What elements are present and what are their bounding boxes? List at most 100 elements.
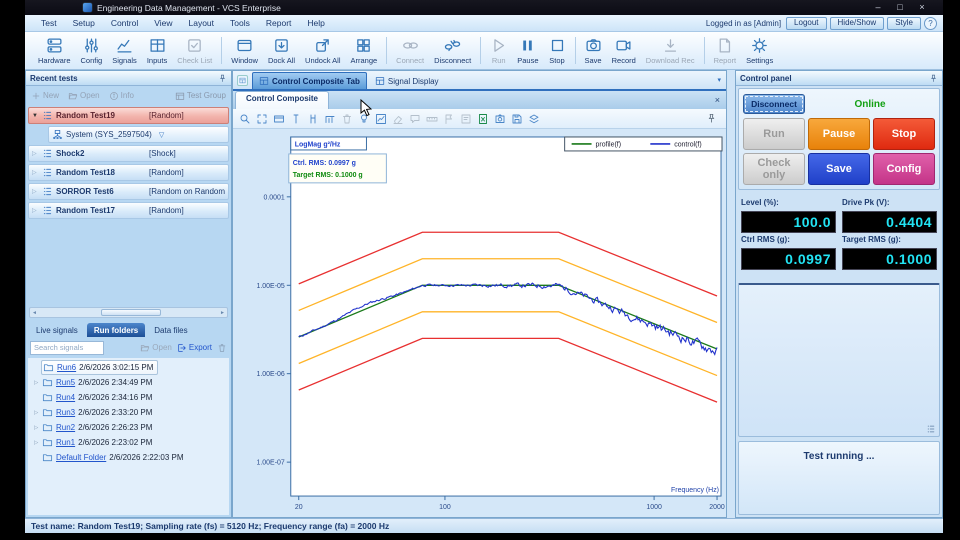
test-group-button[interactable]: Test Group: [175, 91, 226, 101]
system-item[interactable]: System (SYS_2597504) ▽: [48, 126, 229, 143]
flag-tool-icon: [443, 113, 455, 125]
toolbar-save[interactable]: Save: [580, 32, 607, 69]
menu-view[interactable]: View: [146, 18, 180, 28]
scrollbar-thumb[interactable]: [101, 309, 161, 316]
grid-icon: [375, 76, 385, 86]
expanded-arrow-icon[interactable]: ▼: [32, 113, 39, 119]
stop-button[interactable]: Stop: [873, 118, 935, 150]
menu-bar: TestSetupControlViewLayoutToolsReportHel…: [25, 15, 943, 32]
pause-button[interactable]: Pause: [808, 118, 870, 150]
test-item-random-test19[interactable]: ▼ Random Test19 [Random]: [28, 107, 229, 124]
logout-button[interactable]: Logout: [786, 17, 826, 30]
delete-run-icon[interactable]: [217, 343, 227, 353]
collapsed-arrow-icon[interactable]: ▷: [32, 169, 39, 176]
run-folder-run2[interactable]: ▷ Run2 2/6/2026 2:26:23 PM: [28, 420, 229, 435]
dual-cursor-tool-icon[interactable]: [307, 113, 319, 125]
display-settings-tool-icon[interactable]: [273, 113, 285, 125]
toolbar-undock-all[interactable]: Undock All: [300, 32, 345, 69]
copy-image-tool-icon[interactable]: [494, 113, 506, 125]
minimize-button[interactable]: –: [867, 0, 889, 15]
run-folder-run1[interactable]: ▷ Run1 2/6/2026 2:23:02 PM: [28, 435, 229, 450]
close-icon[interactable]: ×: [715, 95, 720, 105]
harmonic-cursor-tool-icon[interactable]: [324, 113, 336, 125]
run-folder-toolbar: Open Export: [26, 339, 231, 356]
test-group-icon: [175, 91, 185, 101]
menu-layout[interactable]: Layout: [181, 18, 223, 28]
toolbar-dock-all[interactable]: Dock All: [263, 32, 300, 69]
y-tick-label: 1.00E-07: [257, 460, 285, 467]
collapsed-arrow-icon[interactable]: ▷: [32, 150, 39, 157]
toolbar-signals[interactable]: Signals: [107, 32, 142, 69]
run-folder-run5[interactable]: ▷ Run5 2/6/2026 2:34:49 PM: [28, 375, 229, 390]
hide-show-button[interactable]: Hide/Show: [830, 17, 885, 30]
export-button[interactable]: Export: [177, 343, 212, 353]
menu-control[interactable]: Control: [103, 18, 146, 28]
style-button[interactable]: Style: [887, 17, 921, 30]
run-folder-run6[interactable]: Run6 2/6/2026 3:02:15 PM: [28, 360, 229, 375]
info-icon: [109, 91, 119, 101]
config-button[interactable]: Config: [873, 153, 935, 185]
toolbar-hardware[interactable]: Hardware: [33, 32, 76, 69]
help-icon[interactable]: ?: [924, 17, 937, 30]
collapsed-arrow-icon[interactable]: ▷: [32, 207, 39, 214]
pin-icon[interactable]: [706, 113, 717, 124]
toolbar-arrange[interactable]: Arrange: [345, 32, 382, 69]
pin-icon[interactable]: [929, 74, 938, 83]
recent-tests-panel: Recent tests New Open Info Test Group ▼ …: [25, 70, 232, 518]
toolbar-config[interactable]: Config: [76, 32, 108, 69]
tab-data-files[interactable]: Data files: [147, 323, 194, 337]
tab-live-signals[interactable]: Live signals: [29, 323, 85, 337]
scroll-left-icon[interactable]: ◄: [30, 310, 39, 316]
readout-value-target-rms-g: 0.1000: [842, 248, 937, 270]
menu-help[interactable]: Help: [299, 18, 332, 28]
test-item-random-test18[interactable]: ▷ Random Test18 [Random]: [28, 164, 229, 181]
test-item-shock2[interactable]: ▷ Shock2 [Shock]: [28, 145, 229, 162]
search-input[interactable]: [30, 341, 104, 355]
stats-overlay-tool-icon[interactable]: [375, 113, 387, 125]
toolbar-stop[interactable]: Stop: [544, 32, 571, 69]
tab-run-folders[interactable]: Run folders: [87, 323, 145, 337]
toolbar-window[interactable]: Window: [226, 32, 263, 69]
test-item-random-test17[interactable]: ▷ Random Test17 [Random]: [28, 202, 229, 219]
pin-icon[interactable]: [218, 74, 227, 83]
toolbar-inputs[interactable]: Inputs: [142, 32, 172, 69]
test-item-sorror-test6[interactable]: ▷ SORROR Test6 [Random on Random and Sin: [28, 183, 229, 200]
list-icon[interactable]: [926, 424, 936, 434]
panel-splitter[interactable]: [727, 70, 735, 518]
chevron-down-icon[interactable]: ▾: [717, 76, 721, 84]
menu-report[interactable]: Report: [258, 18, 300, 28]
toolbar-record[interactable]: Record: [607, 32, 641, 69]
cursor-tool-icon[interactable]: [290, 113, 302, 125]
control-composite-doc-tab[interactable]: Control Composite: [235, 91, 329, 109]
tab-control-composite[interactable]: Control Composite Tab: [252, 72, 367, 89]
collapsed-arrow-icon[interactable]: ▷: [32, 188, 39, 195]
run-folder-run3[interactable]: ▷ Run3 2/6/2026 2:33:20 PM: [28, 405, 229, 420]
menu-test[interactable]: Test: [33, 18, 65, 28]
horizontal-scrollbar[interactable]: ◄ ►: [29, 307, 228, 318]
run-folder-default-folder[interactable]: Default Folder 2/6/2026 2:22:03 PM: [28, 450, 229, 465]
toolbar-pause[interactable]: Pause: [512, 32, 543, 69]
toolbar-settings[interactable]: Settings: [741, 32, 778, 69]
save-button[interactable]: Save: [808, 153, 870, 185]
export-excel-tool-icon[interactable]: [477, 113, 489, 125]
fit-tool-icon[interactable]: [256, 113, 268, 125]
waterfall-tool-icon[interactable]: [528, 113, 540, 125]
peak-marker-tool-icon[interactable]: [358, 113, 370, 125]
save-image-tool-icon[interactable]: [511, 113, 523, 125]
chevron-down-icon[interactable]: ▽: [159, 131, 164, 139]
maximize-button[interactable]: □: [889, 0, 911, 15]
disconnect-button[interactable]: Disconnect: [743, 94, 805, 114]
rms-readout: Target RMS: 0.1000 g: [293, 172, 363, 179]
toolbar-disconnect[interactable]: Disconnect: [429, 32, 476, 69]
hardware-icon: [46, 37, 63, 54]
open-test-button: Open: [68, 91, 100, 101]
tab-strip-icon[interactable]: [237, 75, 248, 86]
run-folder-run4[interactable]: Run4 2/6/2026 2:34:16 PM: [28, 390, 229, 405]
scroll-right-icon[interactable]: ►: [218, 310, 227, 316]
close-button[interactable]: ×: [911, 0, 933, 15]
tab-signal-display[interactable]: Signal Display: [369, 73, 445, 89]
menu-setup[interactable]: Setup: [65, 18, 103, 28]
zoom-tool-icon[interactable]: [239, 113, 251, 125]
arrange-icon: [355, 37, 372, 54]
menu-tools[interactable]: Tools: [222, 18, 258, 28]
